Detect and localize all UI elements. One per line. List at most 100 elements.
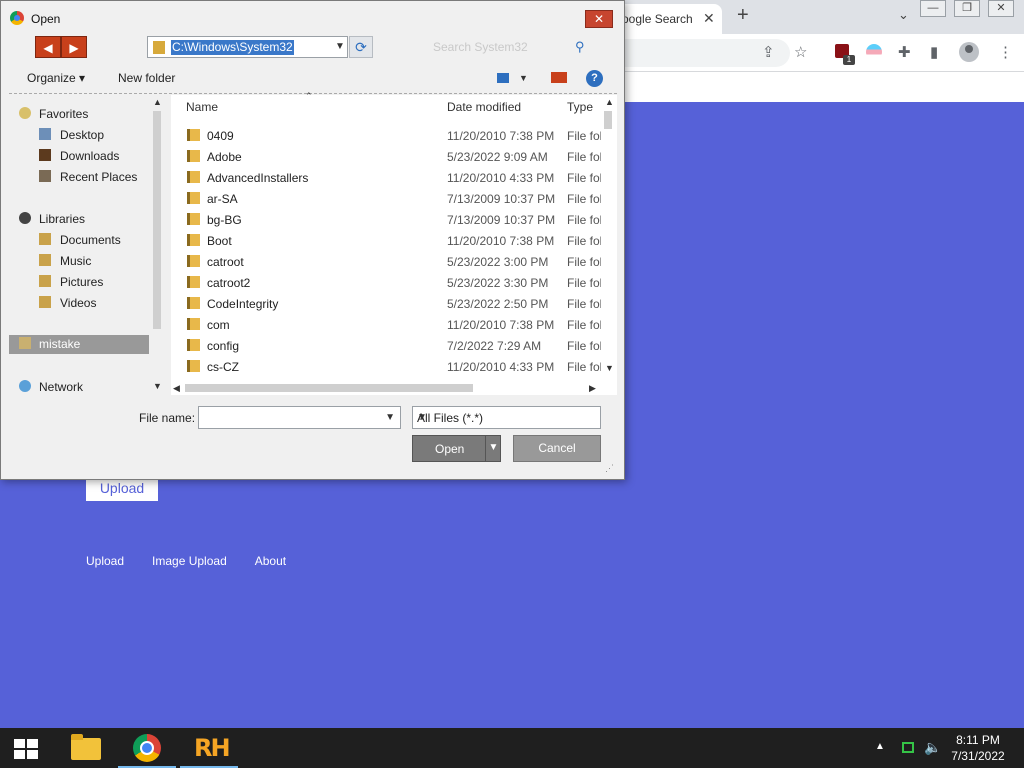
dialog-close-button[interactable]: ✕ [585,10,613,28]
scroll-down-icon[interactable]: ▼ [605,363,614,373]
open-options-chevron-icon[interactable]: ▼ [485,436,501,461]
battery-icon[interactable] [902,742,914,753]
file-horizontal-scrollbar[interactable]: ◀ ▶ [171,381,601,395]
file-row[interactable]: 0409 11/20/2010 7:38 PM File folder [171,125,601,146]
scroll-thumb[interactable] [185,384,473,392]
file-row[interactable]: CodeIntegrity 5/23/2022 2:50 PM File folde… [171,293,601,314]
new-folder-button[interactable]: New folder [118,71,175,85]
share-icon[interactable]: ⇪ [762,43,775,61]
file-date: 11/20/2010 4:33 PM [447,171,555,185]
link-about[interactable]: About [255,554,286,568]
folder-icon [187,255,200,267]
nav-network[interactable]: Network [9,378,149,396]
address-field[interactable]: C:\Windows\System32 ▼ [147,36,348,58]
file-row[interactable]: cs-CZ 11/20/2010 4:33 PM File folder [171,356,601,377]
scroll-up-icon[interactable]: ▲ [605,97,614,107]
nav-recent-places[interactable]: Recent Places [9,168,149,186]
file-name-input[interactable]: ▼ [198,406,401,429]
bookmark-star-icon[interactable]: ☆ [794,43,807,61]
file-date: 7/13/2009 10:37 PM [447,213,556,227]
nav-mistake[interactable]: mistake [9,335,149,354]
organize-button[interactable]: Organize ▾ [27,71,85,85]
link-upload[interactable]: Upload [86,554,124,568]
nav-documents[interactable]: Documents [9,231,149,249]
folder-icon [153,41,165,54]
taskbar-rh-app[interactable]: RH [180,728,238,768]
tab-close-icon[interactable]: ✕ [703,10,715,27]
tray-expand-icon[interactable]: ▲ [875,741,885,752]
nav-scrollbar[interactable]: ▲ ▼ [151,95,163,395]
scroll-thumb[interactable] [604,111,612,129]
help-icon[interactable]: ? [586,70,603,87]
chevron-down-icon[interactable]: ▼ [417,412,595,423]
back-arrow-icon[interactable]: ◀ [35,36,61,58]
refresh-button[interactable]: ⟳ [349,36,373,58]
volume-icon[interactable]: 🔈 [924,739,941,756]
folder-icon [187,297,200,309]
menu-kebab-icon[interactable]: ⋮ [998,43,1013,61]
nav-libraries[interactable]: Libraries [9,210,149,228]
windows-start-icon[interactable] [14,739,38,759]
side-panel-icon[interactable]: ▮ [930,43,938,61]
scroll-left-icon[interactable]: ◀ [173,383,180,394]
preview-pane-icon[interactable] [551,72,567,83]
address-text[interactable]: C:\Windows\System32 [171,40,294,55]
file-row[interactable]: com 11/20/2010 7:38 PM File folder [171,314,601,335]
nav-music[interactable]: Music [9,252,149,270]
taskbar-file-explorer[interactable] [56,728,114,768]
address-dropdown-icon[interactable]: ▼ [335,41,345,52]
nav-desktop[interactable]: Desktop [9,126,149,144]
taskbar-chrome[interactable] [118,728,176,768]
open-button[interactable]: Open ▼ [412,435,501,462]
scroll-right-icon[interactable]: ▶ [589,383,596,394]
chevron-down-icon[interactable]: ▼ [385,412,395,423]
nav-downloads[interactable]: Downloads [9,147,149,165]
nav-videos[interactable]: Videos [9,294,149,312]
file-type-select[interactable]: All Files (*.*) ▼ [412,406,601,429]
new-tab-button[interactable]: + [737,4,749,27]
profile-avatar[interactable] [959,42,979,62]
file-name: com [207,318,230,332]
restore-icon[interactable]: ❐ [954,0,980,17]
open-file-dialog: Open ✕ ◀ ▶ C:\Windows\System32 ▼ ⟳ Searc… [0,0,625,480]
rh-app-icon: RH [194,734,231,762]
file-row[interactable]: catroot 5/23/2022 3:00 PM File folder [171,251,601,272]
forward-arrow-icon[interactable]: ▶ [61,36,87,58]
file-row[interactable]: catroot2 5/23/2022 3:30 PM File folder [171,272,601,293]
cancel-button[interactable]: Cancel [513,435,601,462]
file-row[interactable]: bg-BG 7/13/2009 10:37 PM File folder [171,209,601,230]
file-explorer-icon [71,734,101,760]
back-forward-buttons: ◀ ▶ [35,36,87,58]
view-options-icon[interactable] [497,73,509,83]
file-row[interactable]: ar-SA 7/13/2009 10:37 PM File folder [171,188,601,209]
resize-grip-icon[interactable]: ⋰ [605,463,614,474]
extensions-puzzle-icon[interactable]: ✚ [898,43,911,61]
file-date: 7/13/2009 10:37 PM [447,192,556,206]
file-name: Adobe [207,150,242,164]
scroll-up-icon[interactable]: ▲ [153,97,162,107]
file-row[interactable]: config 7/2/2022 7:29 AM File folder [171,335,601,356]
column-type[interactable]: Type [567,100,593,114]
tab-search-chevron-icon[interactable]: ⌄ [898,7,909,23]
nav-favorites[interactable]: Favorites [9,105,149,123]
file-name: catroot2 [207,276,251,290]
view-dropdown-icon[interactable]: ▼ [519,73,528,83]
close-window-icon[interactable]: ✕ [988,0,1014,17]
file-vertical-scrollbar[interactable]: ▲ ▼ [601,95,615,377]
extension-flag-icon[interactable] [866,44,882,60]
scroll-thumb[interactable] [153,111,161,329]
file-row[interactable]: Adobe 5/23/2022 9:09 AM File folder [171,146,601,167]
nav-pictures[interactable]: Pictures [9,273,149,291]
link-image-upload[interactable]: Image Upload [152,554,227,568]
column-name[interactable]: Name [186,100,218,114]
minimize-icon[interactable]: — [920,0,946,17]
scroll-down-icon[interactable]: ▼ [153,381,162,391]
dialog-title: Open [31,12,61,26]
column-date-modified[interactable]: Date modified [447,100,521,114]
page-upload-button[interactable]: Upload [86,477,158,501]
dialog-titlebar[interactable]: Open ✕ [1,1,624,35]
file-row[interactable]: AdvancedInstallers 11/20/2010 4:33 PM File… [171,167,601,188]
taskbar-clock[interactable]: 8:11 PM 7/31/2022 [946,732,1010,764]
file-row[interactable]: Boot 11/20/2010 7:38 PM File folder [171,230,601,251]
search-icon[interactable]: ⚲ [575,39,585,55]
